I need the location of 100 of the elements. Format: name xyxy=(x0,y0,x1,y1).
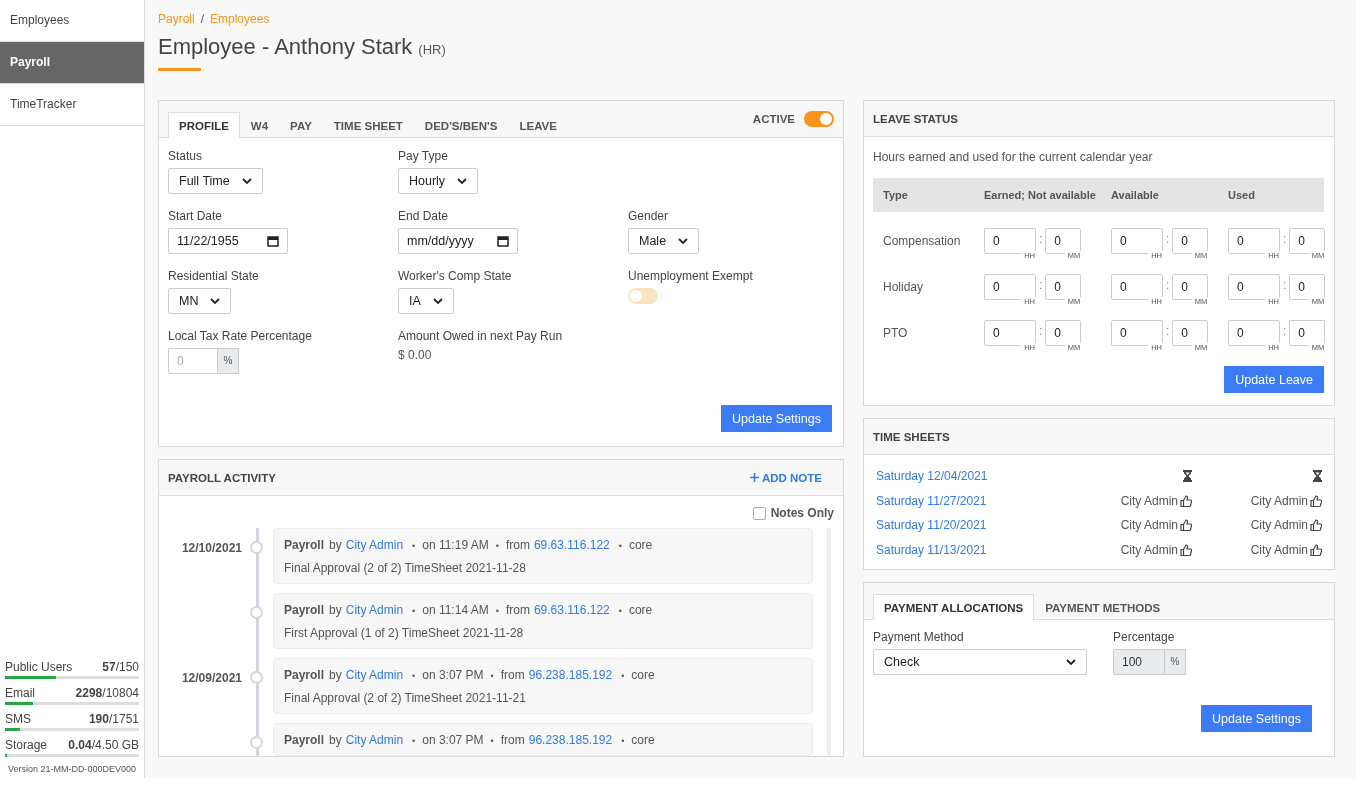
percent-field[interactable]: 0 xyxy=(168,348,218,374)
usage-label: Public Users xyxy=(5,660,73,674)
field-label: Local Tax Rate Percentage xyxy=(168,329,313,343)
usage-count: 57/150 xyxy=(102,660,139,674)
time-sheet-link[interactable]: Saturday 11/27/2021 xyxy=(876,493,1052,508)
field-label: Worker's Comp State xyxy=(398,269,513,283)
user-link[interactable]: City Admin xyxy=(345,538,404,552)
select-field[interactable]: Full Time xyxy=(168,168,263,194)
thumbs-up-icon xyxy=(1310,494,1322,507)
checkbox[interactable] xyxy=(752,506,766,520)
active-label: ACTIVE xyxy=(752,113,795,125)
approver-name: City Admin xyxy=(1120,518,1178,533)
leave-type: Holiday xyxy=(883,280,925,294)
select-field[interactable]: Hourly xyxy=(398,168,479,194)
field-label: Payment Method xyxy=(873,630,965,644)
toggle-switch[interactable] xyxy=(804,111,834,127)
timeline-node xyxy=(250,671,263,684)
hourglass-icon xyxy=(1313,470,1322,483)
tab[interactable]: TIME SHEET xyxy=(322,112,414,138)
usage-label: Storage xyxy=(5,738,48,752)
timeline-node xyxy=(250,606,263,619)
time-separator: : xyxy=(1039,278,1043,292)
panel-title: PAYROLL ACTIVITY xyxy=(168,471,276,484)
hourglass-icon xyxy=(1183,470,1192,483)
time-separator: : xyxy=(1166,324,1170,338)
column-header: Earned; Not available xyxy=(984,189,1096,201)
approver-name: City Admin xyxy=(1250,542,1308,557)
date-field[interactable]: 11/22/1955 xyxy=(168,228,288,254)
field-label: Status xyxy=(168,149,204,163)
time-separator: : xyxy=(1283,278,1287,292)
time-separator: : xyxy=(1166,232,1170,246)
field-label: Unemployment Exempt xyxy=(628,269,754,283)
timeline-node xyxy=(250,736,263,749)
date-field[interactable]: mm/dd/yyyy xyxy=(398,228,518,254)
entry-date: 12/10/2021 xyxy=(181,541,242,555)
tab[interactable]: PAYMENT ALLOCATIONS xyxy=(873,594,1035,620)
update-settings-button[interactable]: Update Settings xyxy=(721,405,832,432)
time-separator: : xyxy=(1283,232,1287,246)
usage-count: 190/1751 xyxy=(88,712,139,726)
entry-meta: Payroll by City Admin • on 3:07 PM • from 96.238.185.192 • core xyxy=(284,668,656,682)
time-separator: : xyxy=(1039,324,1043,338)
add-note-link[interactable]: ADD NOTE xyxy=(749,471,822,484)
user-link[interactable]: City Admin xyxy=(345,733,404,747)
approver-name: City Admin xyxy=(1250,493,1308,508)
usage-label: SMS xyxy=(5,712,31,726)
breadcrumb-separator: / xyxy=(200,12,205,26)
update-settings-button[interactable]: Update Settings xyxy=(1201,705,1312,732)
toggle-switch[interactable] xyxy=(628,288,658,304)
panel-subtitle: Hours earned and used for the current calendar year xyxy=(873,150,1154,164)
nav-item[interactable]: TimeTracker xyxy=(0,84,144,126)
approver-name: City Admin xyxy=(1120,493,1178,508)
select-field[interactable]: Male xyxy=(628,228,700,254)
field-value: $ 0.00 xyxy=(398,348,433,362)
calendar-icon xyxy=(497,235,509,247)
select-field[interactable]: Check xyxy=(873,649,1087,675)
chevron-icon xyxy=(432,298,443,304)
time-separator: : xyxy=(1166,278,1170,292)
column-header: Type xyxy=(883,189,908,201)
entry-meta: Payroll by City Admin • on 11:19 AM • from 69.63.116.122 • core xyxy=(284,538,654,552)
tab[interactable]: PAY xyxy=(279,112,323,138)
leave-type: Compensation xyxy=(883,234,962,248)
user-link[interactable]: City Admin xyxy=(345,668,404,682)
panel-title: LEAVE STATUS xyxy=(873,112,958,125)
user-link[interactable]: City Admin xyxy=(345,603,404,617)
tab[interactable]: PAYMENT METHODS xyxy=(1034,594,1172,620)
ip-link[interactable]: 69.63.116.122 xyxy=(533,603,610,617)
update-leave-button[interactable]: Update Leave xyxy=(1224,366,1324,393)
thumbs-up-icon xyxy=(1180,543,1192,556)
select-field[interactable]: IA xyxy=(398,288,454,314)
field-label: Residential State xyxy=(168,269,260,283)
entry-message: Final Approval (2 of 2) TimeSheet 2021-11-21 xyxy=(284,691,527,705)
time-separator: : xyxy=(1283,324,1287,338)
thumbs-up-icon xyxy=(1310,543,1322,556)
entry-message: Final Approval (2 of 2) TimeSheet 2021-11-28 xyxy=(284,561,527,575)
approver-name: City Admin xyxy=(1250,518,1308,533)
ip-link[interactable]: 69.63.116.122 xyxy=(533,538,610,552)
ip-link[interactable]: 96.238.185.192 xyxy=(528,668,613,682)
tab[interactable]: W4 xyxy=(239,112,280,138)
calendar-icon xyxy=(267,235,279,247)
nav-item[interactable]: Payroll xyxy=(0,42,144,84)
leave-type: PTO xyxy=(883,326,909,340)
time-sheet-link[interactable]: Saturday 12/04/2021 xyxy=(876,469,1052,484)
time-sheet-link[interactable]: Saturday 11/13/2021 xyxy=(876,542,1052,557)
tab[interactable]: LEAVE xyxy=(508,112,568,138)
chevron-icon xyxy=(241,178,252,184)
column-header: Available xyxy=(1111,189,1159,201)
tab[interactable]: DED'S/BEN'S xyxy=(413,112,509,138)
version-text: Version 21-MM-DD-000DEV000 xyxy=(6,764,138,774)
column-header: Used xyxy=(1228,189,1255,201)
tab[interactable]: PROFILE xyxy=(168,112,240,138)
panel-title: TIME SHEETS xyxy=(873,430,950,443)
select-field[interactable]: MN xyxy=(168,288,232,314)
field-label: End Date xyxy=(398,209,450,223)
entry-date: 12/09/2021 xyxy=(181,671,242,685)
chevron-icon xyxy=(678,238,689,244)
entry-meta: Payroll by City Admin • on 3:07 PM • from 96.238.185.192 • core xyxy=(284,733,656,747)
page-title: Employee - Anthony Stark xyxy=(158,34,413,60)
ip-link[interactable]: 96.238.185.192 xyxy=(528,733,613,747)
field-label: Start Date xyxy=(168,209,224,223)
time-sheet-link[interactable]: Saturday 11/20/2021 xyxy=(876,518,1052,533)
